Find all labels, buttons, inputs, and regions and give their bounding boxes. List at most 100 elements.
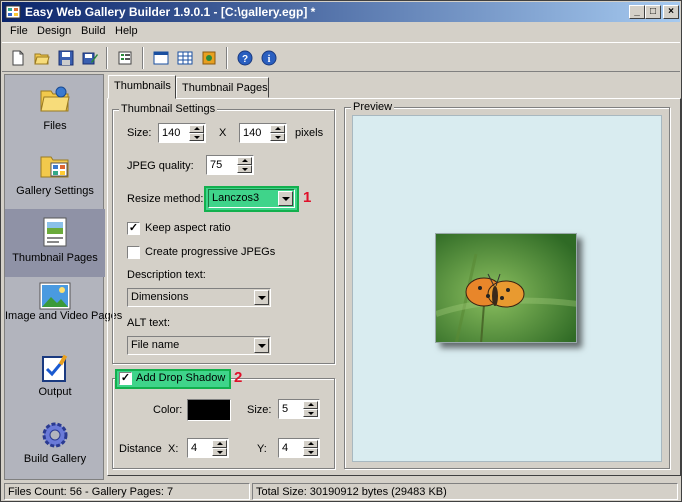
pixels-label: pixels xyxy=(295,127,324,139)
close-button[interactable]: × xyxy=(663,5,679,19)
distance-y-stepper[interactable]: 4 xyxy=(278,438,320,458)
size-x-label: X xyxy=(219,127,227,139)
width-down-arrow[interactable] xyxy=(189,133,204,141)
tab-thumbnails[interactable]: Thumbnails xyxy=(108,75,176,99)
sidebar-item-label: Gallery Settings xyxy=(16,185,94,197)
sidebar-item-output[interactable]: Output xyxy=(5,353,105,419)
menu-build[interactable]: Build xyxy=(81,25,105,37)
window-preview-icon xyxy=(153,51,169,65)
height-down-arrow[interactable] xyxy=(270,133,285,141)
help-icon: ? xyxy=(237,50,253,66)
width-up-arrow[interactable] xyxy=(189,125,204,133)
size-up-arrow[interactable] xyxy=(303,401,318,409)
alt-text-value: File name xyxy=(131,339,180,351)
x-up-arrow[interactable] xyxy=(212,440,227,448)
about-button[interactable]: i xyxy=(258,47,280,69)
save-icon xyxy=(58,50,74,66)
sidebar-item-gallery-settings[interactable]: Gallery Settings xyxy=(5,145,105,211)
distance-label: Distance xyxy=(119,443,162,455)
width-stepper[interactable]: 140 xyxy=(158,123,206,143)
jpeg-quality-value: 75 xyxy=(210,159,223,171)
shadow-color-swatch[interactable] xyxy=(187,399,231,421)
menu-help[interactable]: Help xyxy=(115,25,138,37)
height-up-arrow[interactable] xyxy=(270,125,285,133)
maximize-button[interactable]: □ xyxy=(645,5,661,19)
thumbnail-preview-image xyxy=(435,233,577,343)
app-icon xyxy=(5,5,21,19)
status-bar: Files Count: 56 - Gallery Pages: 7 Total… xyxy=(2,482,680,500)
list-build-icon xyxy=(118,51,132,65)
shadow-color-label: Color: xyxy=(153,404,183,416)
keep-aspect-checkbox[interactable]: ✓ xyxy=(127,222,140,235)
menu-file[interactable]: File xyxy=(10,25,28,37)
sidebar-item-build-gallery[interactable]: Build Gallery xyxy=(5,417,105,483)
distance-y-value: 4 xyxy=(282,442,289,454)
y-down-arrow[interactable] xyxy=(303,448,318,456)
files-count-status: Files Count: 56 - Gallery Pages: 7 xyxy=(4,483,250,500)
y-up-arrow[interactable] xyxy=(303,440,318,448)
new-file-button[interactable] xyxy=(7,47,29,69)
gear-puzzle-icon xyxy=(202,51,216,65)
sidebar-item-label: Files xyxy=(43,120,67,132)
progressive-label: Create progressive JPEGs xyxy=(145,246,276,258)
jpeg-up-arrow[interactable] xyxy=(237,157,252,165)
jpeg-quality-label: JPEG quality: xyxy=(127,160,194,172)
alt-text-select[interactable]: File name xyxy=(127,336,271,355)
thumbnail-pages-icon xyxy=(43,217,67,247)
open-button[interactable] xyxy=(31,47,53,69)
jpeg-down-arrow[interactable] xyxy=(237,165,252,173)
tab-thumbnail-pages[interactable]: Thumbnail Pages xyxy=(176,77,269,98)
resize-method-value: Lanczos3 xyxy=(212,192,260,204)
save-button[interactable] xyxy=(55,47,77,69)
distance-x-stepper[interactable]: 4 xyxy=(187,438,229,458)
build-list-button[interactable] xyxy=(114,47,136,69)
distance-y-label: Y: xyxy=(257,443,267,455)
progressive-checkbox[interactable] xyxy=(127,246,140,259)
jpeg-quality-stepper[interactable]: 75 xyxy=(206,155,254,175)
image-video-pages-icon xyxy=(39,282,71,310)
menu-design[interactable]: Design xyxy=(37,25,71,37)
distance-x-label: X: xyxy=(168,443,179,455)
shadow-size-label: Size: xyxy=(247,404,272,416)
folder-icon xyxy=(40,86,70,112)
resize-method-label: Resize method: xyxy=(127,193,204,205)
chevron-down-icon[interactable] xyxy=(254,290,269,305)
description-text-select[interactable]: Dimensions xyxy=(127,288,271,307)
shadow-size-stepper[interactable]: 5 xyxy=(278,399,320,419)
main-window: Easy Web Gallery Builder 1.9.0.1 - [C:\g… xyxy=(0,0,682,502)
chevron-down-icon[interactable] xyxy=(254,338,269,353)
settings-button[interactable] xyxy=(198,47,220,69)
info-icon: i xyxy=(261,50,277,66)
description-text-label: Description text: xyxy=(127,269,206,281)
window-title: Easy Web Gallery Builder 1.9.0.1 - [C:\g… xyxy=(25,5,316,19)
gallery-settings-icon xyxy=(40,156,69,178)
chevron-down-icon[interactable] xyxy=(278,191,293,206)
sidebar-item-label: Image and Video Pages xyxy=(5,310,123,322)
save-as-button[interactable] xyxy=(79,47,101,69)
toolbar-separator xyxy=(106,47,108,69)
annotation-badge-2: 2 xyxy=(234,369,243,386)
sidebar-item-label: Build Gallery xyxy=(23,453,87,465)
minimize-button[interactable]: _ xyxy=(629,5,645,19)
add-drop-shadow-checkbox[interactable]: ✓ xyxy=(119,372,132,385)
build-gallery-icon xyxy=(42,422,68,448)
height-stepper[interactable]: 140 xyxy=(239,123,287,143)
butterfly-photo xyxy=(436,234,576,342)
toolbar-separator xyxy=(226,47,228,69)
help-button[interactable]: ? xyxy=(234,47,256,69)
title-bar[interactable]: Easy Web Gallery Builder 1.9.0.1 - [C:\g… xyxy=(2,2,680,22)
x-down-arrow[interactable] xyxy=(212,448,227,456)
keep-aspect-label: Keep aspect ratio xyxy=(145,222,231,234)
toolbar: ? i xyxy=(2,42,680,72)
preview-page-button[interactable] xyxy=(150,47,172,69)
sidebar-item-thumbnail-pages[interactable]: Thumbnail Pages xyxy=(5,209,105,277)
add-drop-shadow-label: Add Drop Shadow xyxy=(136,372,226,384)
sidebar-item-image-video-pages[interactable]: Image and Video Pages xyxy=(5,278,123,352)
svg-text:i: i xyxy=(268,54,271,65)
resize-method-select[interactable]: Lanczos3 xyxy=(208,189,295,208)
sidebar-item-files[interactable]: Files xyxy=(5,79,105,145)
size-down-arrow[interactable] xyxy=(303,409,318,417)
thumbnail-grid-button[interactable] xyxy=(174,47,196,69)
menu-bar: File Design Build Help xyxy=(2,22,680,41)
new-file-icon xyxy=(12,50,24,66)
